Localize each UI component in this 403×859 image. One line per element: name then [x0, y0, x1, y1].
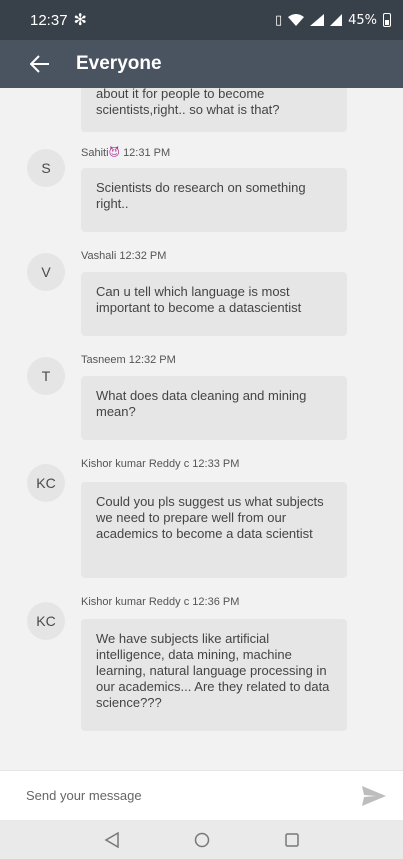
square-recents-icon: [284, 832, 299, 847]
sender-name: Kishor kumar Reddy c: [81, 596, 190, 608]
message-meta: Vashali 12:32 PM: [81, 250, 166, 262]
avatar: V: [27, 253, 65, 291]
avatar: T: [27, 357, 65, 395]
sender-name: Vashali: [81, 250, 117, 262]
devil-emoji: 😈: [108, 146, 120, 159]
message-bubble: Could you pls suggest us what subjects w…: [81, 482, 347, 578]
status-bar: 12:37 ✻ ▯ 45%: [0, 0, 403, 40]
message-time: 12:36 PM: [192, 596, 240, 608]
avatar: KC: [27, 602, 65, 640]
signal-icon: [310, 14, 325, 26]
circle-home-icon: [194, 832, 209, 847]
signal-icon-2: [330, 14, 343, 26]
message-meta: Kishor kumar Reddy c 12:36 PM: [81, 596, 239, 608]
message-composer: [0, 770, 403, 820]
message-bubble: We have subjects like artificial intelli…: [81, 619, 347, 731]
notification-icon: ✻: [73, 12, 87, 29]
page-title: Everyone: [76, 53, 162, 74]
triangle-back-icon: [104, 831, 119, 848]
nav-recents-button[interactable]: [280, 828, 304, 852]
battery-icon: [383, 13, 391, 27]
arrow-left-icon: [30, 55, 49, 73]
message-text: about it for people to become scientists…: [96, 88, 280, 117]
battery-percent: 45%: [348, 12, 377, 28]
message-time: 12:32 PM: [128, 354, 176, 366]
message-time: 12:31 PM: [123, 147, 171, 159]
wifi-icon: [288, 14, 305, 26]
avatar: KC: [27, 464, 65, 502]
message-text: We have subjects like artificial intelli…: [96, 631, 330, 710]
message-bubble: Can u tell which language is most import…: [81, 272, 347, 336]
message-list[interactable]: about it for people to become scientists…: [0, 88, 403, 760]
back-button[interactable]: [16, 40, 64, 88]
sender-name: Sahiti: [81, 147, 109, 159]
message-bubble-partial: about it for people to become scientists…: [81, 88, 347, 132]
sender-name: Tasneem: [81, 354, 126, 366]
status-icons: ▯ 45%: [275, 13, 391, 28]
message-time: 12:32 PM: [119, 250, 167, 262]
message-text: What does data cleaning and mining mean?: [96, 388, 307, 419]
message-time: 12:33 PM: [192, 458, 240, 470]
send-icon: [362, 785, 386, 806]
app-bar: Everyone: [0, 40, 403, 88]
nav-back-button[interactable]: [100, 828, 124, 852]
send-button[interactable]: [359, 781, 389, 811]
nav-home-button[interactable]: [190, 828, 214, 852]
message-input[interactable]: [26, 788, 359, 803]
status-time: 12:37: [30, 11, 68, 29]
message-meta: Kishor kumar Reddy c 12:33 PM: [81, 458, 239, 470]
message-meta: Tasneem 12:32 PM: [81, 354, 176, 366]
message-meta: Sahiti😈 12:31 PM: [81, 146, 170, 159]
message-text: Scientists do research on something righ…: [96, 180, 306, 211]
vibrate-icon: ▯: [274, 12, 283, 28]
sender-name: Kishor kumar Reddy c: [81, 458, 190, 470]
message-bubble: Scientists do research on something righ…: [81, 168, 347, 232]
system-nav-bar: [0, 820, 403, 859]
message-bubble: What does data cleaning and mining mean?: [81, 376, 347, 440]
message-text: Could you pls suggest us what subjects w…: [96, 494, 324, 541]
message-text: Can u tell which language is most import…: [96, 284, 302, 315]
avatar: S: [27, 149, 65, 187]
